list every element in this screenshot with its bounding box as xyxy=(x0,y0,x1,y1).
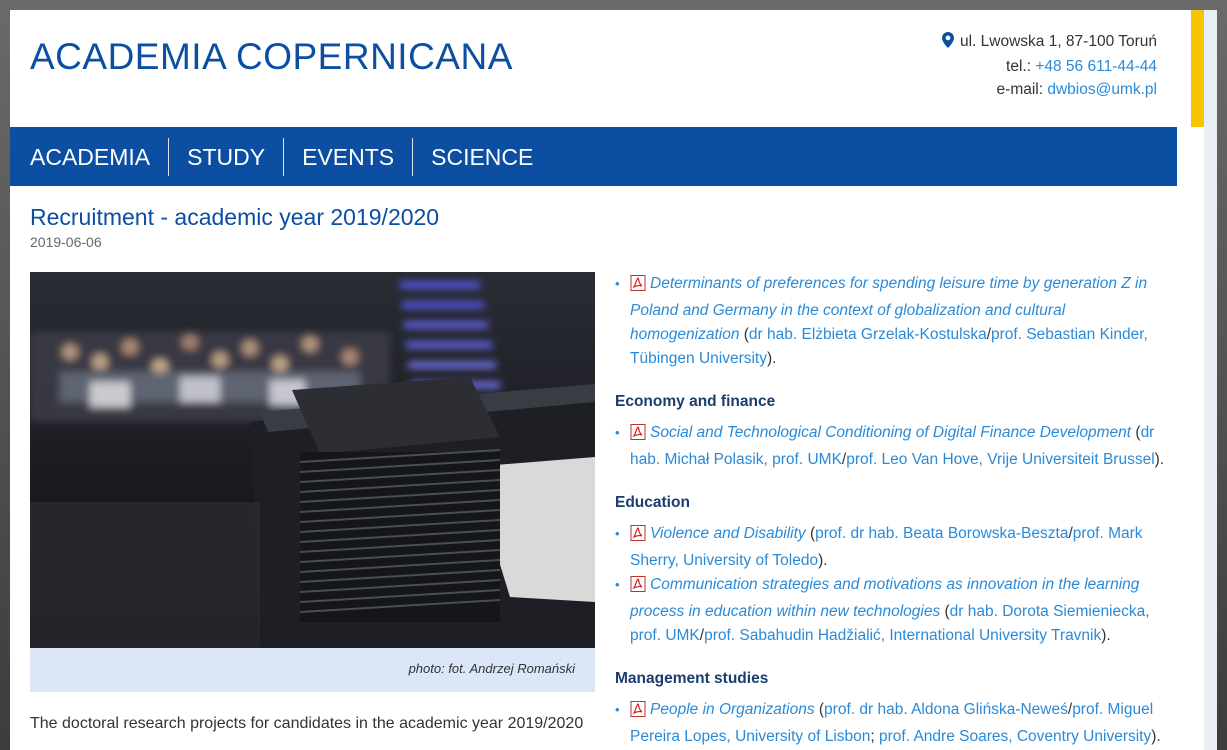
phone-label: tel.: xyxy=(1006,58,1032,75)
section-heading: Management studies xyxy=(615,670,769,687)
list-item: Violence and Disability (prof. dr hab. B… xyxy=(615,522,1175,573)
pdf-icon xyxy=(630,701,646,725)
accent-bar xyxy=(1191,10,1204,127)
article-title: Recruitment - academic year 2019/2020 xyxy=(30,204,440,230)
project-link[interactable]: Social and Technological Conditioning of… xyxy=(650,424,1131,441)
nav-item-study[interactable]: STUDY xyxy=(168,137,283,176)
supervisor-link[interactable]: prof. dr hab. Beata Borowska-Beszta xyxy=(815,525,1068,542)
supervisor-link[interactable]: prof. Sabahudin Hadžialić, International… xyxy=(704,627,1101,644)
list-item: Communication strategies and motivations… xyxy=(615,573,1175,648)
address-line: ul. Lwowska 1, 87-100 Toruń xyxy=(941,30,1157,55)
supervisor-link[interactable]: prof. Leo Van Hove, Vrije Universiteit B… xyxy=(846,451,1154,468)
supervisor-link[interactable]: dr hab. Elżbieta Grzelak-Kostulska xyxy=(749,326,987,343)
supervisor-link[interactable]: prof. dr hab. Aldona Glińska-Neweś xyxy=(824,701,1068,718)
section-heading: Education xyxy=(615,494,690,511)
map-pin-icon xyxy=(941,32,954,55)
section-heading: Economy and finance xyxy=(615,393,776,410)
intro-text: The doctoral research projects for candi… xyxy=(30,715,584,732)
address-text: ul. Lwowska 1, 87-100 Toruń xyxy=(959,33,1157,50)
article-photo xyxy=(30,272,595,648)
email-line: e-mail: dwbios@umk.pl xyxy=(942,78,1157,101)
photo-caption: photo: fot. Andrzej Romański xyxy=(408,661,575,676)
page-gutter xyxy=(1204,10,1217,750)
list-item: Social and Technological Conditioning of… xyxy=(615,421,1175,472)
page: ACADEMIA COPERNICANA ul. Lwowska 1, 87-1… xyxy=(10,10,1217,750)
pdf-icon xyxy=(630,525,646,549)
photo-caption-box: photo: fot. Andrzej Romański xyxy=(30,648,595,692)
list-item: Determinants of preferences for spending… xyxy=(615,272,1175,371)
supervisor-link[interactable]: prof. Andre Soares, Coventry University xyxy=(879,728,1151,745)
nav-item-events[interactable]: EVENTS xyxy=(283,137,412,176)
article-date: 2019-06-06 xyxy=(30,234,102,250)
contact-info: ul. Lwowska 1, 87-100 Toruń tel.: +48 56… xyxy=(941,30,1157,101)
pdf-icon xyxy=(630,424,646,448)
project-link[interactable]: Violence and Disability xyxy=(650,525,806,542)
list-item: People in Organizations (prof. dr hab. A… xyxy=(615,698,1175,749)
email-link[interactable]: dwbios@umk.pl xyxy=(1047,81,1157,98)
pdf-icon xyxy=(630,275,646,299)
projects-list: Determinants of preferences for spending… xyxy=(615,272,1175,749)
project-link[interactable]: People in Organizations xyxy=(650,701,815,718)
site-title[interactable]: ACADEMIA COPERNICANA xyxy=(30,36,513,78)
phone-line: tel.: +48 56 611-44-44 xyxy=(942,55,1157,78)
phone-link[interactable]: +48 56 611-44-44 xyxy=(1035,58,1157,75)
main-nav: ACADEMIA STUDY EVENTS SCIENCE xyxy=(10,127,1177,186)
pdf-icon xyxy=(630,576,646,600)
nav-item-academia[interactable]: ACADEMIA xyxy=(10,138,168,176)
email-label: e-mail: xyxy=(996,81,1044,98)
nav-item-science[interactable]: SCIENCE xyxy=(412,137,551,176)
